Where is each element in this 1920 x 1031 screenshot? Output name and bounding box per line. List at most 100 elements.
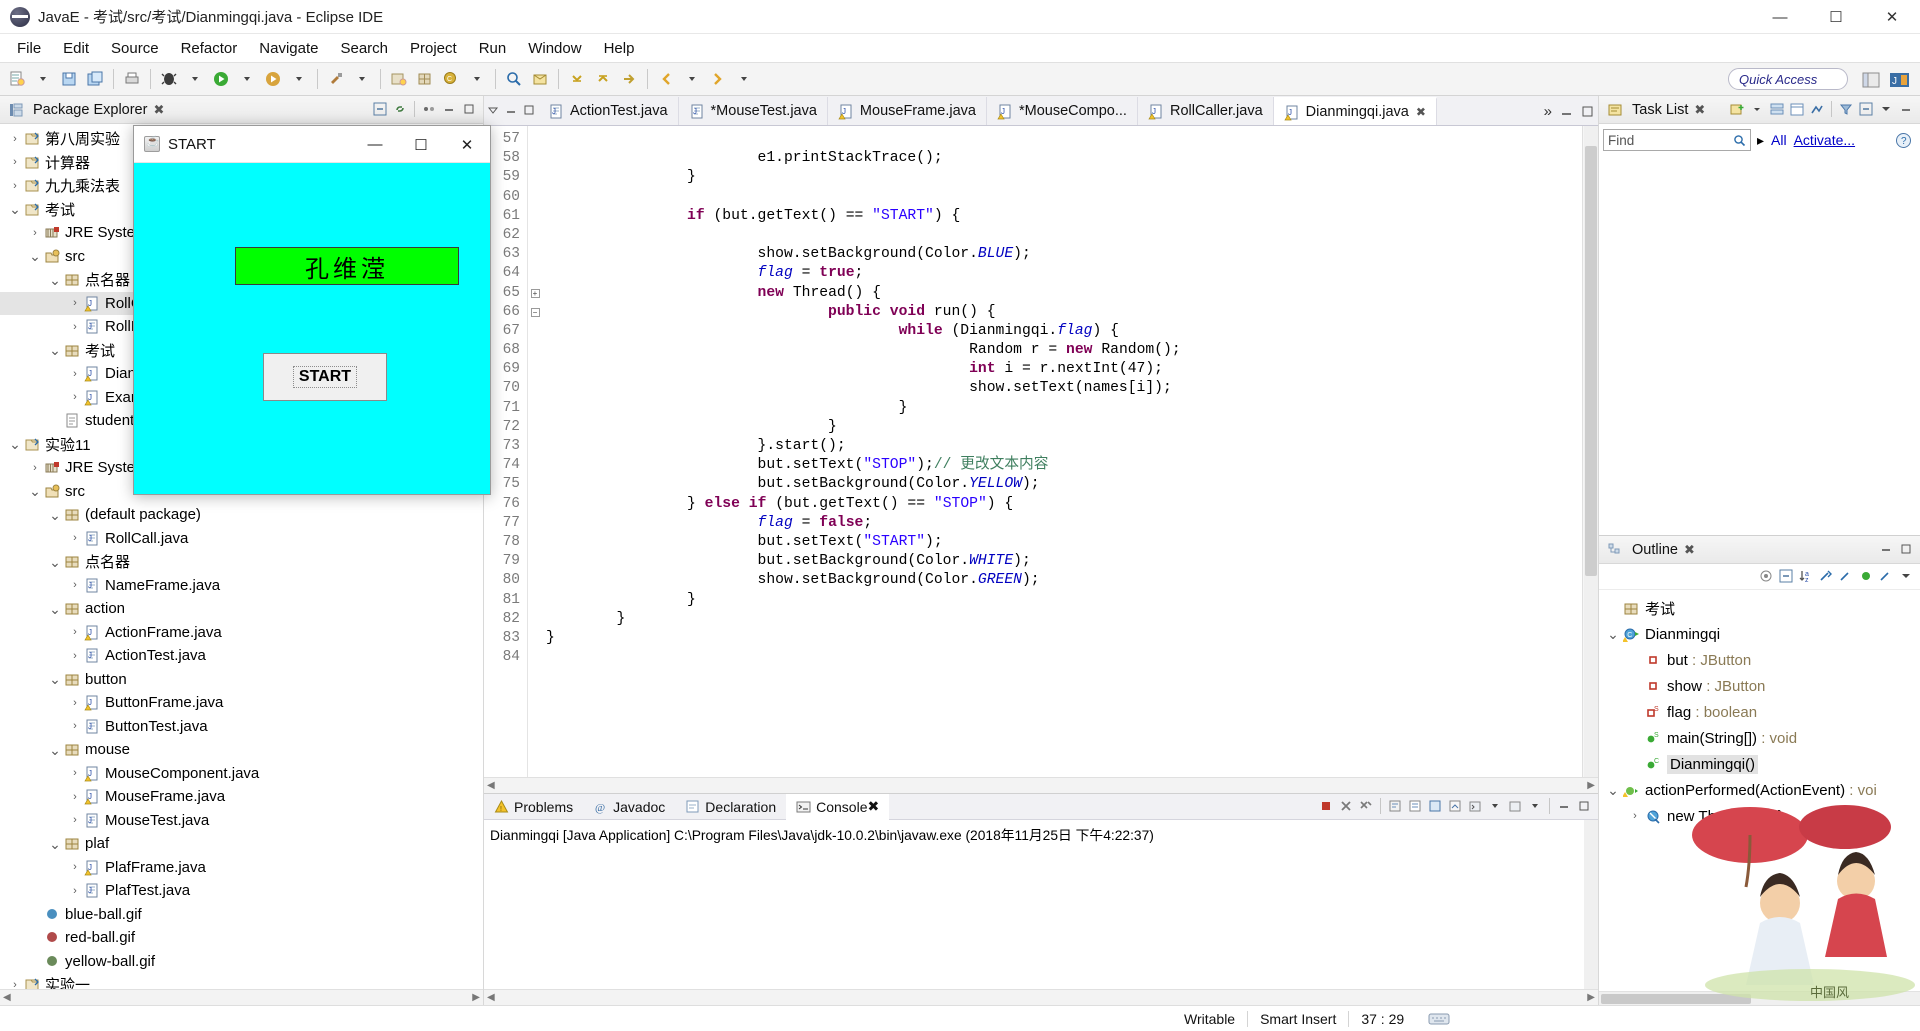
link-with-editor-icon[interactable] [390,99,410,119]
minimize-panel-icon[interactable] [439,99,459,119]
tree-expand-arrow-icon[interactable]: ⌄ [28,484,42,498]
outline-item-1[interactable]: ⌄ C Dianmingqi [1599,621,1920,647]
code-line[interactable]: show.setBackground(Color.BLUE); [546,245,1582,264]
java-application-window[interactable]: START — ☐ ✕ 孔维滢 START [133,125,491,495]
tree-item-17[interactable]: › J RollCall.java [0,527,483,551]
terminate-icon[interactable] [1316,796,1336,816]
console-tab-2[interactable]: Declaration [675,794,786,820]
code-line[interactable]: but.setBackground(Color.WHITE); [546,552,1582,571]
coverage-icon[interactable] [261,67,285,91]
code-line[interactable]: } [546,418,1582,437]
back-icon[interactable] [654,67,678,91]
new-class-icon[interactable]: C [439,67,463,91]
maximize-editor-icon[interactable] [523,104,535,116]
external-tools-dropdown-icon[interactable] [350,67,374,91]
tree-expand-arrow-icon[interactable]: ⌄ [48,602,62,616]
scroll-right-icon[interactable]: ▶ [1587,992,1595,1003]
console-tab-3[interactable]: Console ✖ [786,793,890,820]
outline-tree[interactable]: 考试 ⌄ C Dianmingqi but : JButton show : JButto… [1599,590,1920,991]
tree-item-34[interactable]: red-ball.gif [0,926,483,950]
tree-expand-arrow-icon[interactable]: ⌄ [48,837,62,851]
save-all-icon[interactable] [83,67,107,91]
tree-expand-arrow-icon[interactable]: › [68,297,82,309]
back-dropdown-icon[interactable] [680,67,704,91]
tree-expand-arrow-icon[interactable]: › [68,791,82,803]
tree-expand-arrow-icon[interactable]: › [68,720,82,732]
new-class-dropdown-icon[interactable] [465,67,489,91]
tree-expand-arrow-icon[interactable]: ⌄ [48,508,62,522]
maximize-button[interactable]: ☐ [1808,0,1864,34]
java-maximize-button[interactable]: ☐ [398,126,444,163]
tree-expand-arrow-icon[interactable]: › [8,133,22,145]
menu-project[interactable]: Project [399,37,468,60]
tree-expand-arrow-icon[interactable]: › [28,227,42,239]
task-activate-link[interactable]: Activate... [1794,132,1855,148]
task-list-close-icon[interactable]: ✖ [1694,102,1705,118]
minimize-outline-icon[interactable] [1876,539,1896,559]
coverage-dropdown-icon[interactable] [287,67,311,91]
package-explorer-close-icon[interactable]: ✖ [153,102,164,118]
menu-edit[interactable]: Edit [52,37,100,60]
code-line[interactable]: while (Dianmingqi.flag) { [546,322,1582,341]
minimize-button[interactable]: — [1752,0,1808,34]
outline-hscrollbar[interactable] [1599,991,1920,1005]
tree-expand-arrow-icon[interactable]: › [68,697,82,709]
code-line[interactable]: int i = r.nextInt(47); [546,360,1582,379]
tree-item-32[interactable]: › J PlafTest.java [0,879,483,903]
fold-toggle-icon[interactable]: + [528,284,542,303]
display-selected-console-icon[interactable] [1445,796,1465,816]
tree-expand-arrow-icon[interactable]: ⌄ [8,202,22,216]
scroll-left-icon[interactable]: ◀ [487,780,495,791]
maximize-outline-icon[interactable] [1896,539,1916,559]
remove-launch-icon[interactable] [1336,796,1356,816]
code-line[interactable]: } else if (but.getText() == "STOP") { [546,495,1582,514]
hide-local-types-icon[interactable] [1876,566,1896,586]
tree-item-18[interactable]: ⌄ 点名器 [0,550,483,574]
run-dropdown-icon[interactable] [235,67,259,91]
collapse-all-outline-icon[interactable] [1776,566,1796,586]
tree-item-27[interactable]: › J MouseComponent.java [0,762,483,786]
tree-item-31[interactable]: › J PlafFrame.java [0,856,483,880]
quick-access-input[interactable]: Quick Access [1728,68,1848,90]
code-line[interactable]: e1.printStackTrace(); [546,149,1582,168]
tree-expand-arrow-icon[interactable]: › [68,626,82,638]
code-line[interactable] [546,188,1582,207]
code-line[interactable]: if (but.getText() == "START") { [546,207,1582,226]
tree-item-16[interactable]: ⌄ (default package) [0,503,483,527]
outline-view-menu-icon[interactable] [1896,566,1916,586]
scroll-right-icon[interactable]: ▶ [472,992,480,1003]
outline-expand-arrow-icon[interactable]: › [1627,810,1643,822]
hide-static-icon[interactable] [1836,566,1856,586]
code-line[interactable]: show.setBackground(Color.GREEN); [546,571,1582,590]
external-tools-icon[interactable] [324,67,348,91]
save-icon[interactable] [57,67,81,91]
code-line[interactable]: flag = false; [546,514,1582,533]
code-line[interactable]: new Thread() { [546,284,1582,303]
remove-all-launches-icon[interactable] [1356,796,1376,816]
collapse-all-icon[interactable] [370,99,390,119]
editor-tab-close-icon[interactable]: ✖ [1416,105,1426,119]
editor-tab-3[interactable]: J *MouseCompo... [987,97,1138,125]
sort-icon[interactable]: az [1796,566,1816,586]
collapse-all-tasks-icon[interactable] [1856,99,1876,119]
editor-tab-5[interactable]: J Dianmingqi.java ✖ [1273,97,1437,125]
tree-expand-arrow-icon[interactable]: ⌄ [48,555,62,569]
outline-item-0[interactable]: 考试 [1599,595,1920,621]
console-tab-0[interactable]: ! Problems [484,794,583,820]
menu-navigate[interactable]: Navigate [248,37,329,60]
console-vscrollbar[interactable] [1584,820,1598,989]
editor-tab-4[interactable]: J RollCaller.java [1138,97,1274,125]
outline-expand-arrow-icon[interactable]: ⌄ [1605,783,1621,797]
menu-file[interactable]: File [6,37,52,60]
new-java-project-icon[interactable] [387,67,411,91]
explorer-hscrollbar[interactable]: ◀ ▶ [0,989,483,1005]
code-line[interactable]: show.setText(names[i]); [546,379,1582,398]
new-icon[interactable] [5,67,29,91]
menu-help[interactable]: Help [593,37,646,60]
outline-expand-arrow-icon[interactable]: ⌄ [1605,627,1621,641]
tree-expand-arrow-icon[interactable]: › [8,180,22,192]
outline-item-2[interactable]: but : JButton [1599,647,1920,673]
editor-tab-2[interactable]: J MouseFrame.java [828,97,987,125]
editor-hscrollbar[interactable]: ◀ ▶ [484,777,1598,793]
minimize-editor-stack-icon[interactable] [1560,105,1573,118]
